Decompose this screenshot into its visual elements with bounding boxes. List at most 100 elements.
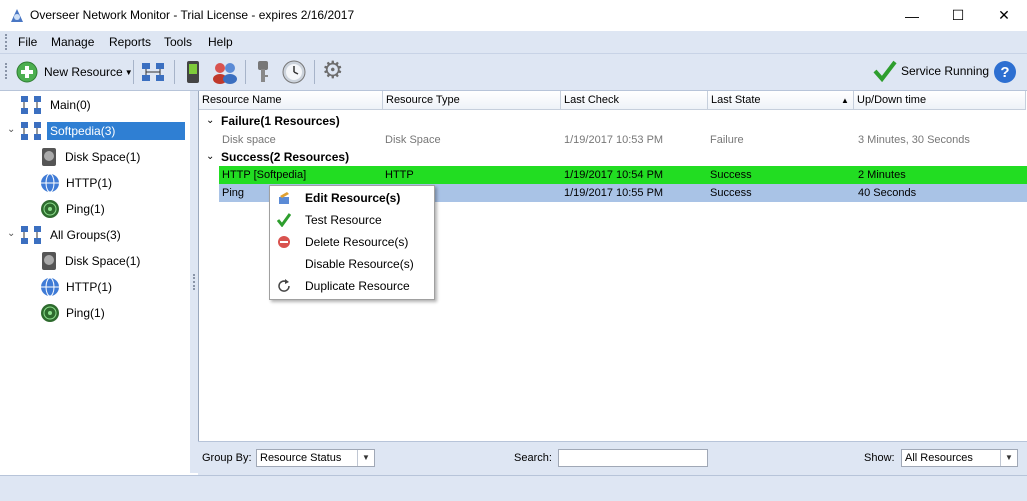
key-icon[interactable] — [256, 60, 270, 84]
users-icon[interactable] — [212, 60, 238, 84]
tree-node-label: Ping(1) — [66, 202, 105, 216]
table-row[interactable]: Disk space Disk Space 1/19/2017 10:53 PM… — [219, 131, 1027, 149]
radar-icon — [41, 304, 59, 322]
menu-item-disable-resources[interactable]: Disable Resource(s) — [270, 253, 434, 275]
search-label: Search: — [514, 452, 552, 464]
menu-grip[interactable] — [5, 34, 9, 50]
sort-ascending-icon: ▲ — [841, 96, 849, 105]
menu-item-test-resource[interactable]: Test Resource — [270, 209, 434, 231]
disk-drive-icon — [42, 148, 56, 166]
show-select[interactable]: All Resources ▼ — [901, 449, 1018, 467]
new-resource-button[interactable]: New Resource ▼ — [16, 60, 133, 84]
context-menu: Edit Resource(s) Test Resource Delete Re… — [269, 185, 435, 300]
radar-icon — [41, 200, 59, 218]
cell-last-check: 1/19/2017 10:54 PM — [564, 169, 664, 181]
column-header-resource-name[interactable]: Resource Name — [199, 91, 383, 110]
service-status-label: Service Running — [901, 64, 990, 78]
column-header-last-check[interactable]: Last Check — [561, 91, 708, 110]
tree-node-label: HTTP(1) — [66, 176, 112, 190]
app-logo-icon — [11, 9, 23, 22]
tree-node-disk-space[interactable]: Disk Space(1) — [40, 249, 143, 273]
phone-icon[interactable] — [186, 60, 200, 84]
delete-icon — [278, 236, 290, 248]
toolbar-separator — [314, 60, 315, 84]
menu-item-label: Edit Resource(s) — [305, 191, 401, 205]
collapse-group-icon[interactable]: ⌄ — [206, 115, 214, 126]
expand-arrow-icon[interactable]: ⌄ — [7, 124, 15, 135]
toolbar-separator — [133, 60, 134, 84]
splitter-grip — [193, 274, 197, 290]
network-groups-icon — [21, 96, 41, 114]
column-header-last-state[interactable]: Last State — [708, 91, 854, 110]
globe-icon — [41, 277, 59, 297]
column-header-resource-type[interactable]: Resource Type — [383, 91, 561, 110]
tree-node-label: Disk Space(1) — [65, 254, 141, 268]
menu-file[interactable]: File — [18, 35, 37, 49]
table-row[interactable]: HTTP [Softpedia] HTTP 1/19/2017 10:54 PM… — [219, 166, 1027, 184]
menu-item-label: Test Resource — [305, 213, 382, 227]
network-groups-icon — [21, 226, 41, 244]
chevron-down-icon: ▼ — [124, 67, 133, 77]
title-bar: Overseer Network Monitor - Trial License… — [0, 0, 1027, 31]
add-icon — [16, 61, 38, 83]
menu-item-duplicate-resource[interactable]: Duplicate Resource — [270, 275, 434, 297]
tree-node-label: Softpedia(3) — [47, 122, 185, 140]
group-by-label: Group By: — [202, 452, 252, 464]
maximize-button[interactable]: ☐ — [935, 0, 981, 31]
toolbar-grip[interactable] — [5, 63, 9, 79]
clock-icon[interactable] — [282, 60, 306, 84]
chevron-down-icon: ▼ — [1000, 450, 1017, 466]
cell-resource-name: Disk space — [222, 134, 276, 146]
show-value: All Resources — [905, 452, 973, 464]
toolbar: New Resource ▼ ⚙ Service Running ? — [0, 54, 1027, 91]
tree-node-ping[interactable]: Ping(1) — [40, 197, 108, 221]
cell-resource-name: HTTP [Softpedia] — [222, 169, 307, 181]
menu-item-label: Delete Resource(s) — [305, 235, 409, 249]
menu-item-delete-resources[interactable]: Delete Resource(s) — [270, 231, 434, 253]
tree-node-disk-space[interactable]: Disk Space(1) — [40, 145, 143, 169]
search-input[interactable] — [558, 449, 708, 467]
globe-icon — [41, 173, 59, 193]
menu-item-edit-resources[interactable]: Edit Resource(s) — [270, 187, 434, 209]
minimize-button[interactable]: — — [889, 0, 935, 31]
toolbar-separator — [245, 60, 246, 84]
chevron-down-icon: ▼ — [357, 450, 374, 466]
edit-icon — [279, 192, 289, 204]
tree-node-all-groups[interactable]: All Groups(3) — [20, 223, 124, 247]
column-header-up-down-time[interactable]: Up/Down time — [854, 91, 1026, 110]
network-groups-icon[interactable] — [141, 62, 165, 82]
close-button[interactable]: ✕ — [981, 0, 1027, 31]
group-header-success[interactable]: Success(2 Resources) — [221, 150, 349, 164]
group-header-failure[interactable]: Failure(1 Resources) — [221, 114, 340, 128]
menu-help[interactable]: Help — [208, 35, 233, 49]
expand-arrow-icon[interactable]: ⌄ — [7, 228, 15, 239]
cell-last-state: Success — [710, 169, 752, 181]
menu-item-label: Disable Resource(s) — [305, 257, 414, 271]
menu-manage[interactable]: Manage — [51, 35, 94, 49]
cell-resource-type: HTTP — [385, 169, 414, 181]
show-label: Show: — [864, 452, 895, 464]
check-icon — [277, 213, 291, 227]
tree-node-ping[interactable]: Ping(1) — [40, 301, 108, 325]
check-icon — [873, 60, 897, 82]
pane-splitter[interactable] — [190, 91, 198, 473]
help-icon[interactable]: ? — [993, 60, 1017, 84]
cell-up-down-time: 2 Minutes — [858, 169, 906, 181]
cell-last-state: Success — [710, 187, 752, 199]
menu-tools[interactable]: Tools — [164, 35, 192, 49]
collapse-group-icon[interactable]: ⌄ — [206, 151, 214, 162]
tree-node-http[interactable]: HTTP(1) — [40, 275, 115, 299]
tree-node-softpedia[interactable]: Softpedia(3) — [20, 119, 185, 143]
tree-node-label: All Groups(3) — [50, 228, 121, 242]
group-by-value: Resource Status — [260, 452, 342, 464]
menu-bar: File Manage Reports Tools Help — [0, 31, 1027, 54]
menu-reports[interactable]: Reports — [109, 35, 151, 49]
tree-node-main[interactable]: Main(0) — [20, 93, 94, 117]
group-by-select[interactable]: Resource Status ▼ — [256, 449, 375, 467]
tree-node-http[interactable]: HTTP(1) — [40, 171, 115, 195]
settings-gear-icon[interactable]: ⚙ — [322, 59, 346, 83]
cell-resource-name: Ping — [222, 187, 245, 199]
disk-drive-icon — [42, 252, 56, 270]
cell-resource-type: Disk Space — [385, 134, 441, 146]
cell-last-check: 1/19/2017 10:55 PM — [564, 187, 664, 199]
